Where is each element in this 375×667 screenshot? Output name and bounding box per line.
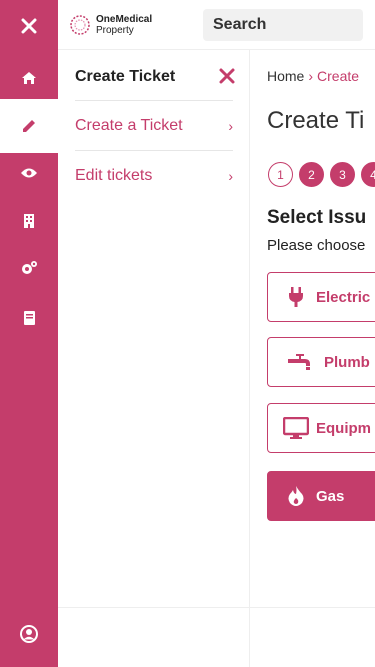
step-indicator: 1 2 3 4 <box>268 162 375 187</box>
rail-profile-button[interactable] <box>0 608 58 660</box>
rail-home-button[interactable] <box>0 52 58 104</box>
rail-building-button[interactable] <box>0 195 58 247</box>
issue-label: Equipm <box>316 419 371 437</box>
breadcrumb-current[interactable]: Create <box>317 68 359 84</box>
section-title: Select Issu <box>267 207 367 228</box>
home-icon <box>22 72 36 84</box>
eye-icon <box>21 168 37 178</box>
logo-mark-icon <box>70 15 90 35</box>
logo-line1: OneMedical <box>96 14 153 25</box>
step-1[interactable]: 1 <box>268 162 293 187</box>
issue-plumbing-button[interactable]: Plumb <box>267 337 375 387</box>
submenu-divider <box>58 607 250 608</box>
flame-icon <box>276 485 316 507</box>
logo[interactable]: OneMedical Property <box>68 11 178 39</box>
close-icon <box>21 18 37 34</box>
rail-settings-button[interactable] <box>0 242 58 294</box>
close-icon[interactable] <box>218 67 236 85</box>
rail-create-button[interactable] <box>0 99 58 153</box>
page-title: Create Ti <box>267 107 365 134</box>
chevron-right-icon: › <box>228 167 233 184</box>
submenu-item-label: Create a Ticket <box>75 116 183 134</box>
submenu-title: Create Ticket <box>75 68 176 85</box>
logo-line2: Property <box>96 25 134 36</box>
step-2[interactable]: 2 <box>299 162 324 187</box>
search-placeholder: Search <box>213 16 267 33</box>
user-circle-icon <box>20 625 38 643</box>
book-icon <box>23 311 35 325</box>
pencil-icon <box>23 120 35 132</box>
monitor-icon <box>276 417 316 439</box>
chevron-right-icon: › <box>308 68 314 84</box>
logo-text: OneMedical Property <box>96 14 152 36</box>
plug-icon <box>276 286 316 308</box>
issue-label: Electric <box>316 288 371 306</box>
main-content: Home › Create Create Ti 1 2 3 4 Select Iss… <box>250 50 375 667</box>
issue-label: Gas <box>316 487 345 505</box>
top-header: OneMedical Property Search <box>58 0 375 50</box>
submenu-item-edit-tickets[interactable]: Edit tickets › <box>75 150 233 200</box>
section-subtitle: Please choose <box>267 237 366 254</box>
rail-view-button[interactable] <box>0 147 58 199</box>
breadcrumb-home[interactable]: Home <box>267 68 304 84</box>
submenu-item-create-ticket[interactable]: Create a Ticket › <box>75 100 233 150</box>
faucet-icon <box>276 353 324 371</box>
step-3[interactable]: 3 <box>330 162 355 187</box>
left-rail <box>0 0 58 667</box>
submenu-item-label: Edit tickets <box>75 166 153 184</box>
breadcrumb: Home › Create <box>267 68 359 84</box>
main-divider <box>250 607 375 608</box>
cogs-icon <box>22 261 37 274</box>
submenu-panel: Create Ticket Create a Ticket › Edit tic… <box>58 50 250 667</box>
issue-electric-button[interactable]: Electric <box>267 272 375 322</box>
app-root: OneMedical Property Search Create Ticket… <box>0 0 375 667</box>
issue-gas-button[interactable]: Gas <box>267 471 375 521</box>
step-4[interactable]: 4 <box>361 162 375 187</box>
building-icon <box>24 214 34 228</box>
issue-equipment-button[interactable]: Equipm <box>267 403 375 453</box>
rail-close-button[interactable] <box>0 0 58 52</box>
chevron-right-icon: › <box>228 117 233 134</box>
search-input[interactable]: Search <box>203 9 363 41</box>
rail-docs-button[interactable] <box>0 292 58 344</box>
issue-label: Plumb <box>324 353 370 371</box>
